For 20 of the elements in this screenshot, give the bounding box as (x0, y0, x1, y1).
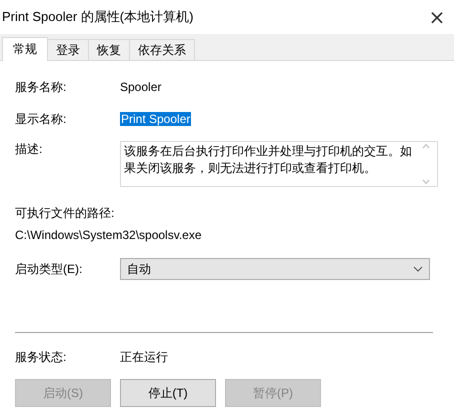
service-name: Spooler (120, 80, 162, 94)
field-label: 显示名称: (15, 110, 68, 128)
field-label: 服务状态: (15, 348, 68, 366)
scroll-up-icon[interactable] (422, 143, 430, 149)
tab[interactable]: 依存关系 (129, 39, 195, 60)
service-status: 正在运行 (120, 348, 168, 366)
display-name-field[interactable]: Print Spooler (120, 112, 192, 126)
field-label: 服务名称: (15, 78, 68, 96)
startup-type-dropdown[interactable]: 自动 (120, 258, 430, 280)
field-label: 描述: (15, 141, 44, 158)
tab[interactable]: 常规 (2, 37, 48, 61)
service-button[interactable]: 停止(T) (120, 379, 216, 407)
field-label: 启动类型(E): (15, 260, 84, 278)
window-title: Print Spooler 的属性(本地计算机) (2, 8, 194, 26)
executable-path: C:\Windows\System32\spoolsv.exe (15, 228, 203, 242)
caret-icon (413, 266, 423, 272)
description-box[interactable]: 该服务在后台执行打印作业并处理与打印机的交互。如果关闭该服务，则无法进行打印或查看打印机。 (120, 141, 438, 187)
field-label: 可执行文件的路径: (15, 205, 116, 222)
close-button[interactable]: × (420, 0, 454, 34)
scroll-down-icon[interactable] (422, 179, 430, 185)
